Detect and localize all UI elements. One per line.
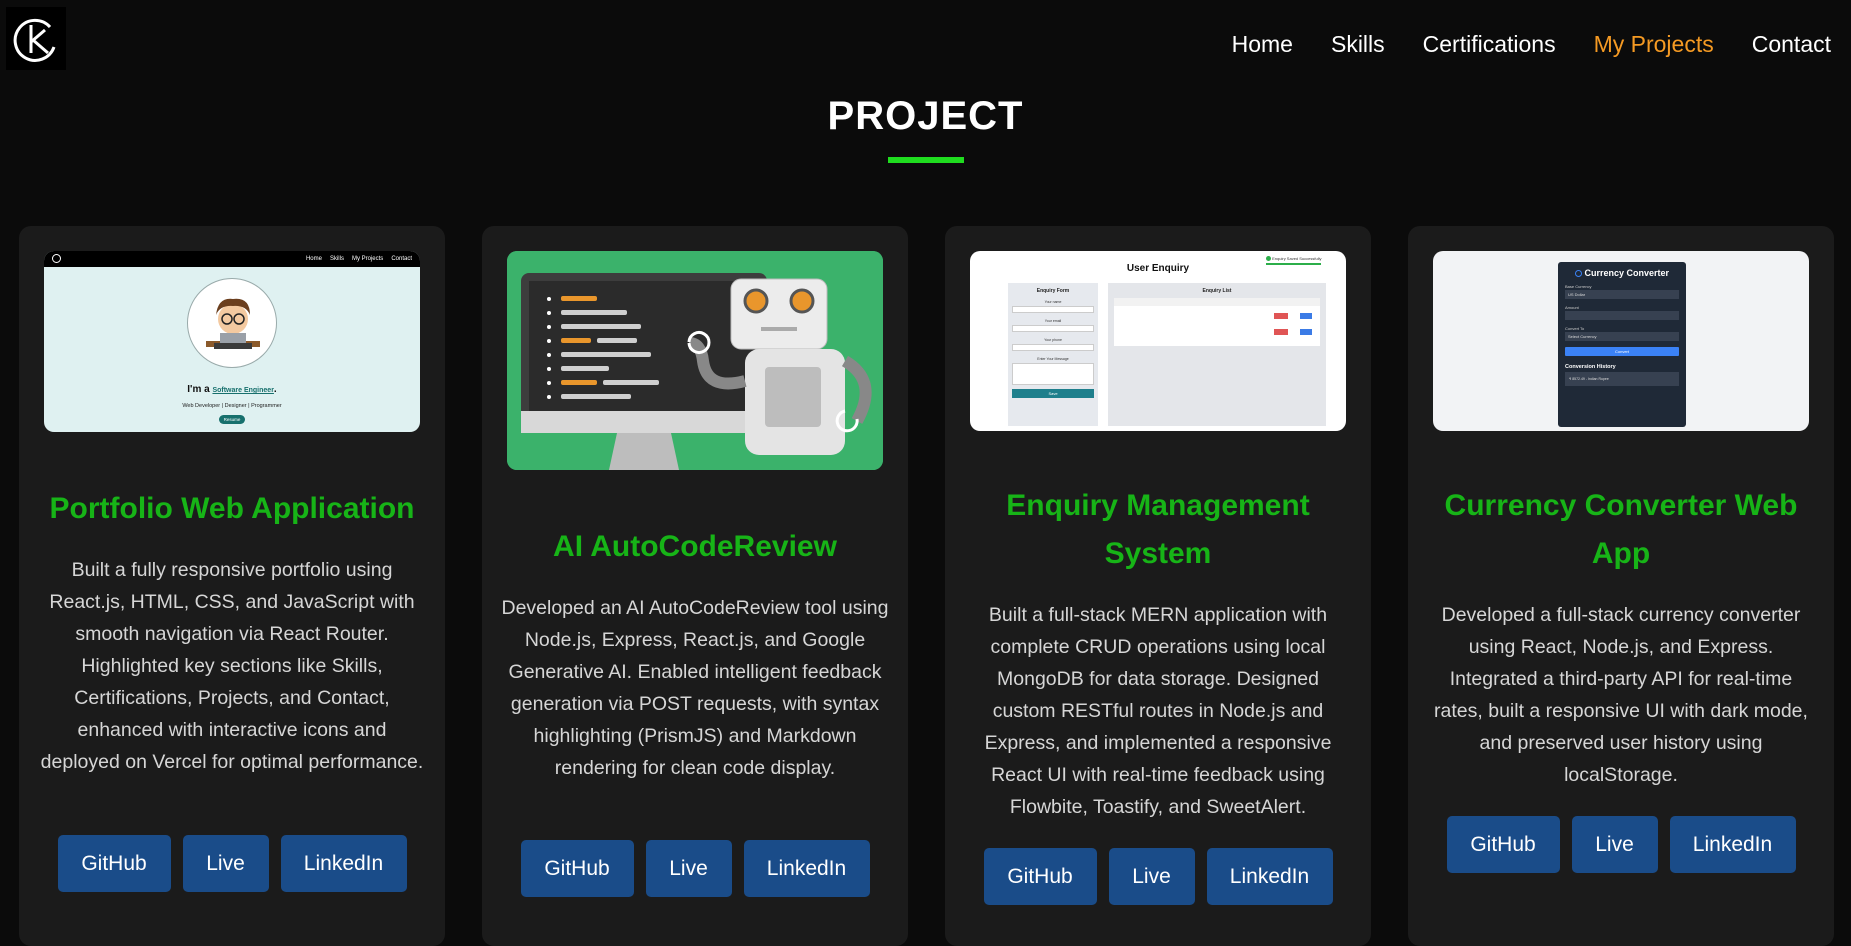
preview-navbar: Home Skills My Projects Contact — [44, 251, 420, 267]
preview-history-item: ₹ 8572.49 - Indian Rupee — [1565, 372, 1679, 386]
project-title: Enquiry Management System — [1006, 489, 1310, 570]
project-card-enquiry-management: User Enquiry Enquiry Saved Successfully … — [945, 226, 1371, 946]
nav-contact[interactable]: Contact — [1752, 28, 1831, 60]
preview-save-button: Save — [1012, 389, 1094, 398]
preview-label: Convert To — [1565, 326, 1585, 331]
title-underline — [888, 157, 964, 163]
preview-headline-prefix: I'm a — [187, 384, 210, 395]
project-actions: GitHub Live LinkedIn — [945, 848, 1371, 905]
preview-nav-item: Contact — [391, 256, 412, 262]
linkedin-button[interactable]: LinkedIn — [280, 835, 407, 892]
preview-form-title: Enquiry Form — [1036, 288, 1070, 294]
preview-input — [1012, 325, 1094, 332]
linkedin-button[interactable]: LinkedIn — [1669, 816, 1796, 873]
preview-label: Enter Your Message — [1037, 357, 1069, 361]
github-button[interactable]: GitHub — [57, 835, 171, 892]
success-icon — [1266, 256, 1271, 262]
site-logo[interactable] — [6, 7, 66, 70]
project-description: Built a full-stack MERN application with… — [984, 604, 1332, 818]
preview-table-header — [1114, 298, 1320, 306]
preview-nav-item: Skills — [329, 256, 344, 262]
live-button[interactable]: Live — [645, 840, 732, 897]
project-title: Currency Converter Web App — [1444, 489, 1798, 570]
preview-nav-item: Home — [305, 256, 322, 262]
github-button[interactable]: GitHub — [983, 848, 1097, 905]
live-button[interactable]: Live — [182, 835, 269, 892]
project-actions: GitHub Live LinkedIn — [1408, 816, 1834, 873]
nav-my-projects[interactable]: My Projects — [1594, 28, 1714, 60]
nav-home[interactable]: Home — [1232, 28, 1293, 60]
toast-progress — [1266, 263, 1321, 266]
project-actions: GitHub Live LinkedIn — [19, 835, 445, 892]
converter-logo-icon — [1574, 270, 1582, 278]
preview-label: Your name — [1044, 300, 1062, 304]
logo-icon — [13, 18, 56, 62]
nav-certifications[interactable]: Certifications — [1423, 28, 1556, 60]
preview-input — [1012, 344, 1094, 351]
linkedin-button[interactable]: LinkedIn — [1206, 848, 1333, 905]
preview-input — [1012, 306, 1094, 313]
project-description: Developed an AI AutoCodeReview tool usin… — [501, 597, 889, 779]
preview-converter-panel: Currency Converter Base Currency US Doll… — [1558, 262, 1686, 427]
preview-headline: I'm a Software Engineer. — [187, 384, 277, 395]
project-description: Built a fully responsive portfolio using… — [40, 559, 424, 773]
preview-list-panel: Enquiry List — [1108, 283, 1326, 426]
preview-converter-title: Currency Converter — [1558, 268, 1686, 278]
project-description: Developed a full-stack currency converte… — [1434, 604, 1808, 786]
avatar — [187, 278, 277, 368]
preview-toast: Enquiry Saved Successfully — [1266, 256, 1338, 268]
project-card-ai-autocodereview: AI AutoCodeReview Developed an AI AutoCo… — [482, 226, 908, 946]
preview-table — [1114, 298, 1320, 346]
preview-subtitle: Web Developer | Designer | Programmer — [182, 403, 282, 409]
preview-toast-text: Enquiry Saved Successfully — [1272, 256, 1322, 261]
preview-label: Your phone — [1044, 338, 1062, 342]
preview-form-panel: Enquiry Form Your name Your email Your p… — [1008, 283, 1098, 426]
github-button[interactable]: GitHub — [520, 840, 634, 897]
preview-label: Your email — [1044, 319, 1062, 323]
section-title: PROJECT — [827, 94, 1024, 138]
preview-select: US Dollar — [1565, 290, 1679, 299]
live-button[interactable]: Live — [1108, 848, 1195, 905]
project-image-ai-autocodereview — [507, 251, 883, 470]
main-nav: Home Skills Certifications My Projects C… — [1194, 28, 1831, 60]
preview-textarea — [1012, 363, 1094, 385]
project-card-currency-converter: Currency Converter Base Currency US Doll… — [1408, 226, 1834, 946]
project-image-enquiry-management: User Enquiry Enquiry Saved Successfully … — [970, 251, 1346, 431]
preview-edit-button — [1300, 313, 1312, 319]
linkedin-button[interactable]: LinkedIn — [743, 840, 870, 897]
preview-select: Select Currency — [1565, 332, 1679, 341]
project-title: Portfolio Web Application — [49, 492, 415, 525]
preview-resume-button: Resume — [219, 415, 245, 424]
avatar-illustration-icon — [206, 298, 260, 349]
project-actions: GitHub Live LinkedIn — [482, 840, 908, 897]
preview-nav-item: My Projects — [351, 256, 384, 262]
project-image-portfolio: Home Skills My Projects Contact I'm a So… — [44, 251, 420, 432]
preview-headline-link: Software Engineer — [212, 387, 274, 394]
preview-edit-button — [1300, 329, 1312, 335]
preview-history-title: Conversion History — [1565, 364, 1616, 370]
preview-delete-button — [1274, 329, 1288, 335]
live-button[interactable]: Live — [1571, 816, 1658, 873]
preview-list-title: Enquiry List — [1202, 288, 1232, 294]
preview-label: Amount — [1565, 305, 1579, 310]
code-review-robot-illustration-icon — [507, 251, 883, 470]
project-card-portfolio: Home Skills My Projects Contact I'm a So… — [19, 226, 445, 946]
preview-amount-input — [1565, 311, 1679, 320]
preview-label: Base Currency — [1565, 284, 1592, 289]
preview-delete-button — [1274, 313, 1288, 319]
project-title: AI AutoCodeReview — [553, 530, 837, 563]
github-button[interactable]: GitHub — [1446, 816, 1560, 873]
preview-logo-icon — [52, 254, 61, 263]
nav-skills[interactable]: Skills — [1331, 28, 1385, 60]
preview-convert-button: Convert — [1565, 347, 1679, 356]
project-image-currency-converter: Currency Converter Base Currency US Doll… — [1433, 251, 1809, 431]
